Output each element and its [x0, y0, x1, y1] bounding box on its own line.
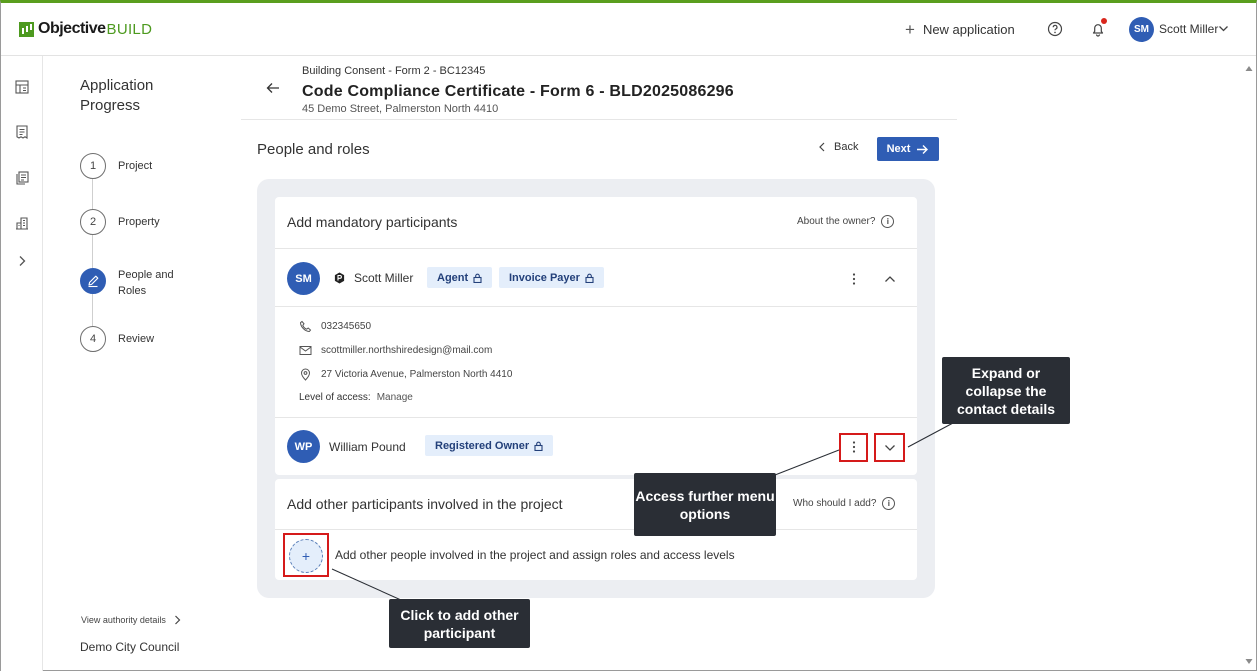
- highlight-more-options: [839, 433, 868, 462]
- callout-connector-lines: [331, 422, 954, 601]
- highlight-expand-chevron: [874, 433, 905, 462]
- callout-expand-collapse: Expand or collapse the contact details: [942, 357, 1070, 424]
- callout-add-participant: Click to add other participant: [389, 599, 530, 648]
- callout-menu-options: Access further menu options: [634, 473, 776, 536]
- highlight-add-participant: [283, 533, 329, 577]
